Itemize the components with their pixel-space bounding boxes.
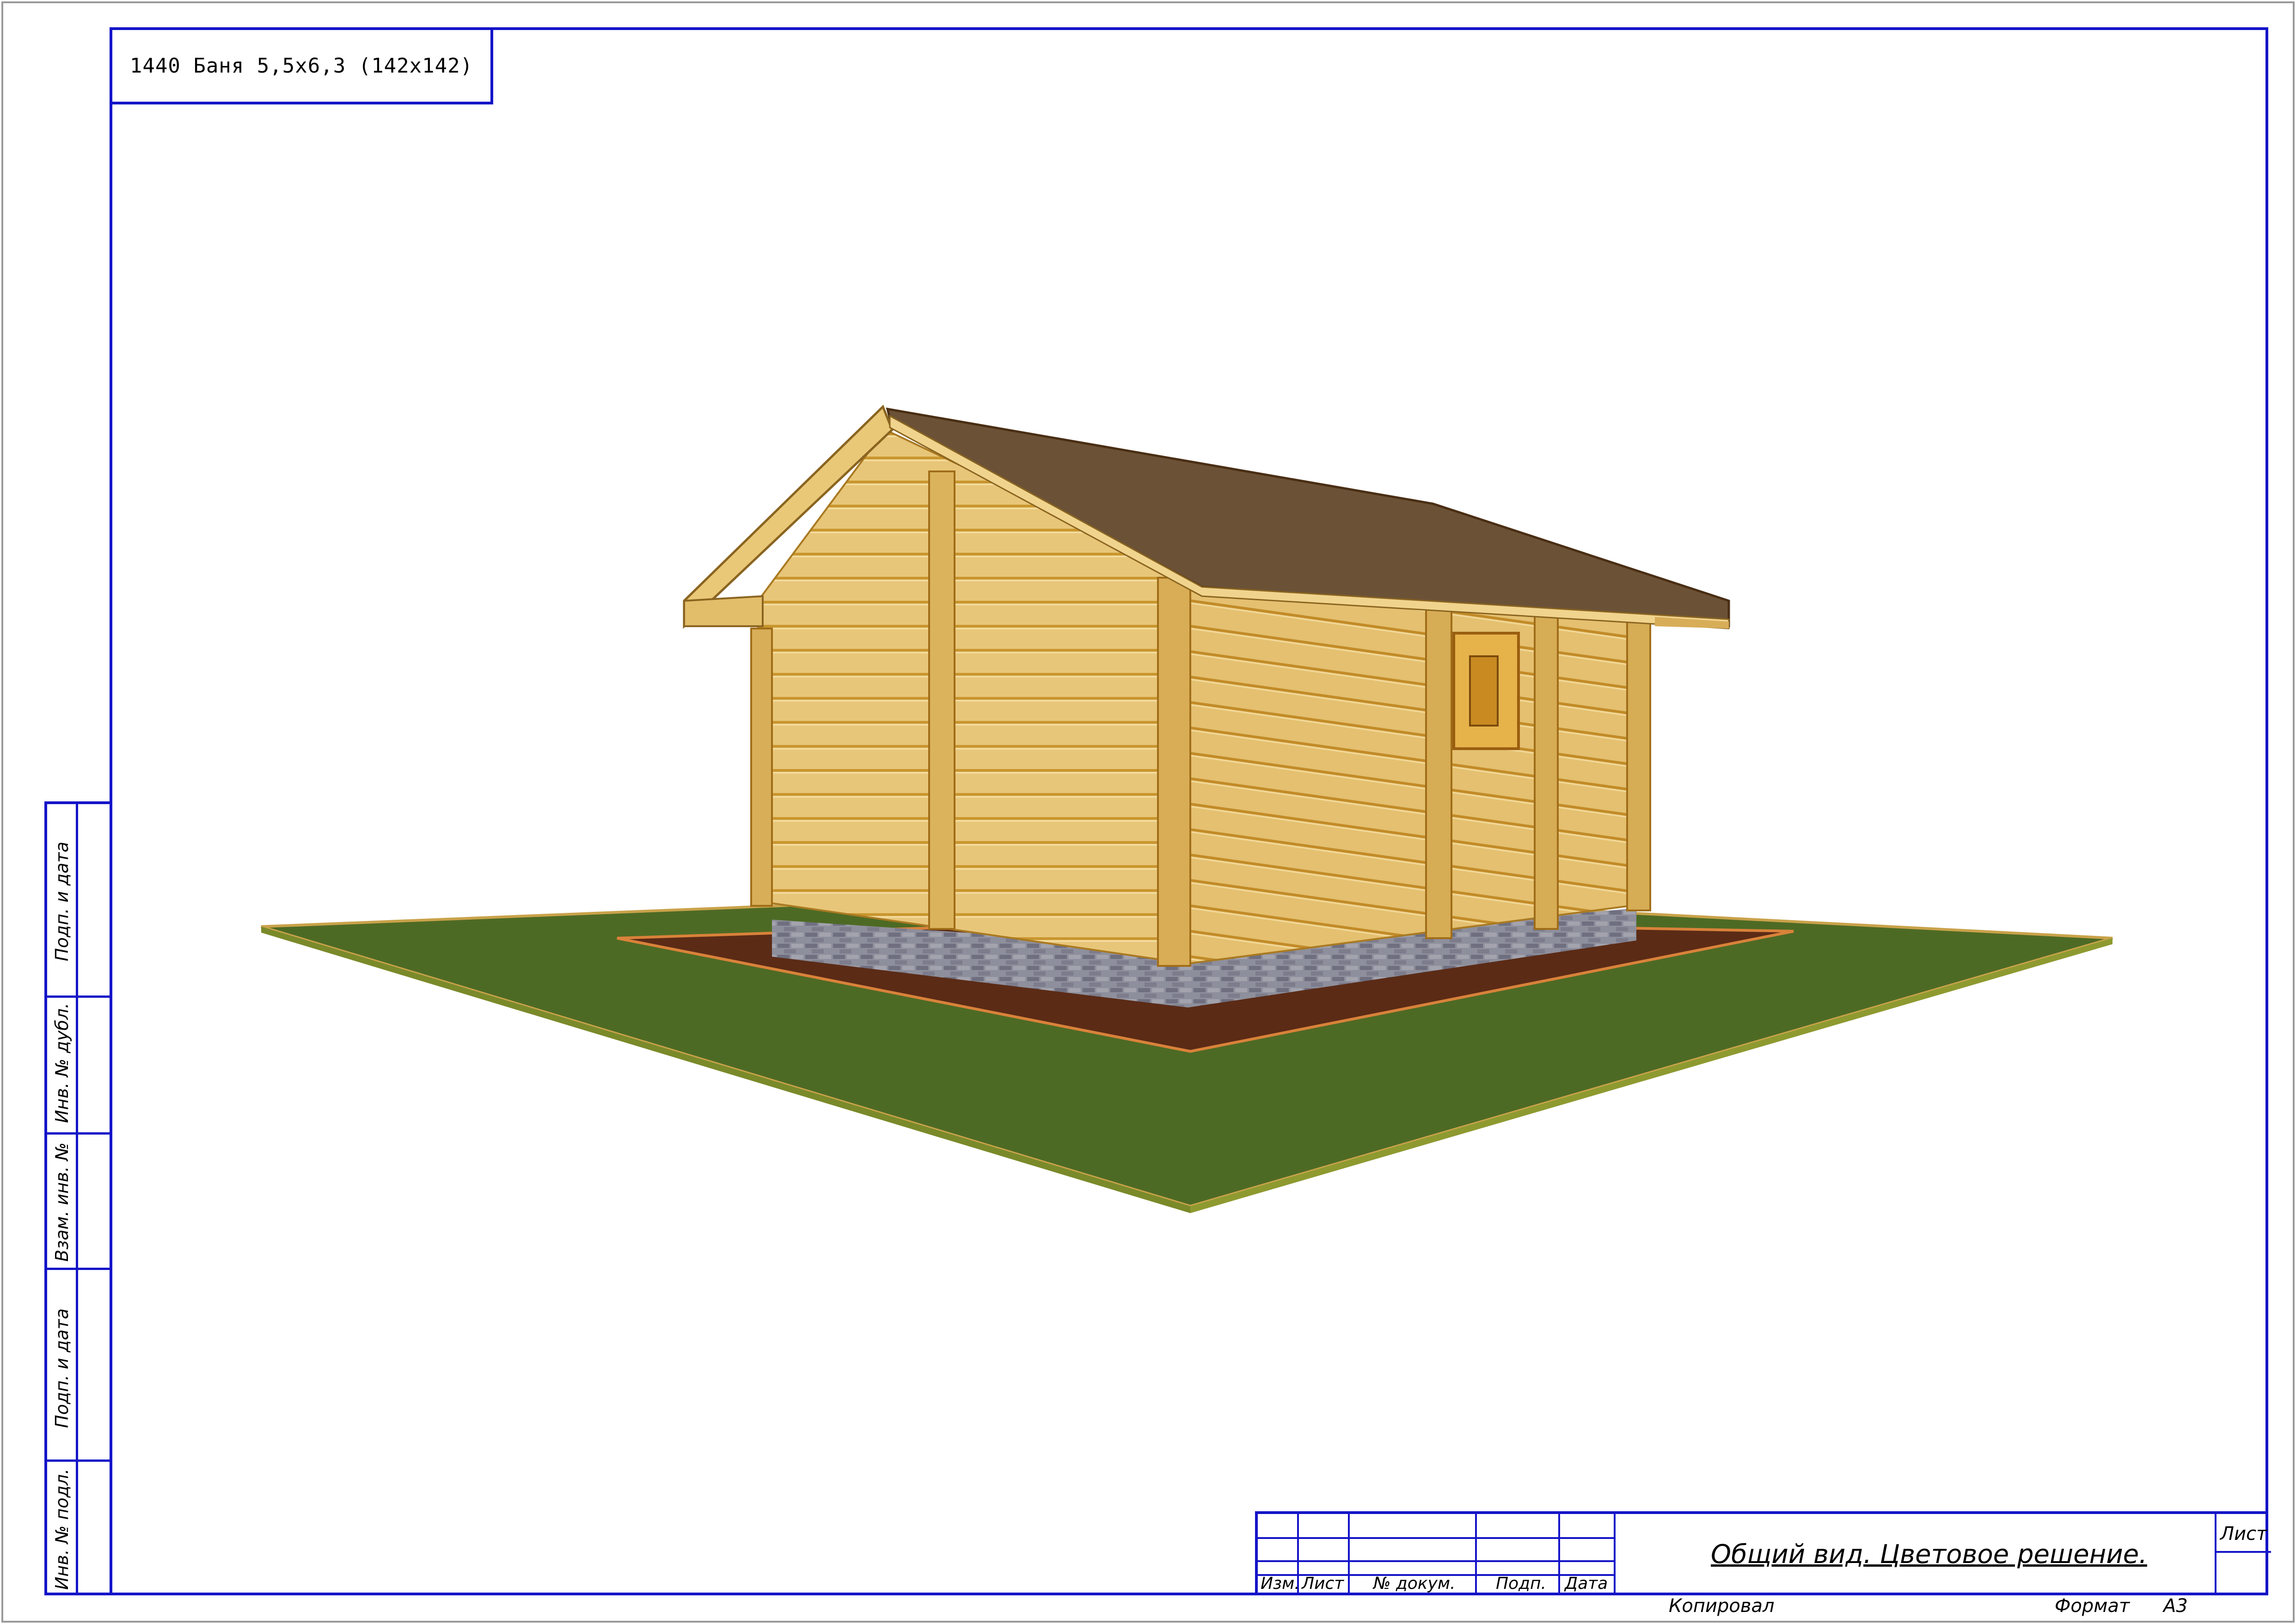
- format-value: А3: [2163, 1595, 2188, 1617]
- title-block: Изм. Лист № докум. Подп. Дата Общий вид.…: [1255, 1511, 2271, 1595]
- side-label-sign-date-2: Подп. и дата: [52, 1308, 72, 1428]
- drawing-title-box: 1440 Баня 5,5х6,3 (142х142): [110, 27, 493, 104]
- format-label: Формат: [2055, 1595, 2130, 1617]
- side-label-repl-inv: Взам. инв. №: [52, 1142, 72, 1262]
- copied-label: Копировал: [1669, 1595, 1775, 1617]
- side-label-sign-date-1: Подп. и дата: [52, 842, 72, 961]
- sheet-label: Лист: [2220, 1523, 2267, 1545]
- side-strip: Подп. и дата Инв. № дубл. Взам. инв. № П…: [44, 801, 112, 1595]
- side-label-dup-inv: Инв. № дубл.: [52, 1003, 72, 1123]
- drawing-frame: [110, 27, 2268, 1595]
- sheet-title: Общий вид. Цветовое решение.: [1711, 1539, 2147, 1569]
- col-doc-no: № докум.: [1373, 1574, 1456, 1593]
- col-izm: Изм.: [1261, 1574, 1300, 1593]
- side-label-orig-inv: Инв. № подл.: [52, 1468, 72, 1590]
- drawing-title: 1440 Баня 5,5х6,3 (142х142): [129, 54, 473, 78]
- col-list: Лист: [1302, 1574, 1344, 1593]
- col-sign: Подп.: [1496, 1574, 1546, 1593]
- col-date: Дата: [1565, 1574, 1608, 1593]
